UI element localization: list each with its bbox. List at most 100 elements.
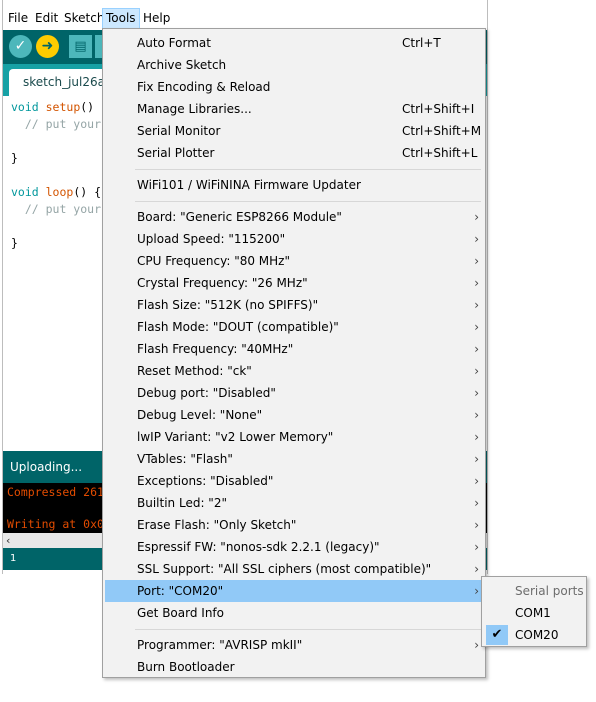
menu-item-debug-level-none[interactable]: Debug Level: "None" › bbox=[105, 404, 483, 426]
menu-item-label: WiFi101 / WiFiNINA Firmware Updater bbox=[137, 178, 361, 192]
tools-menu: Auto Format Ctrl+T Archive Sketch Fix Encod… bbox=[102, 28, 486, 678]
menu-item-label: Archive Sketch bbox=[137, 58, 227, 72]
chevron-right-icon: › bbox=[474, 254, 479, 268]
menu-item-lwip-variant-v2-lower-memory[interactable]: lwIP Variant: "v2 Lower Memory" › bbox=[105, 426, 483, 448]
menu-item-label: Board: "Generic ESP8266 Module" bbox=[137, 210, 342, 224]
chevron-right-icon: › bbox=[474, 496, 479, 510]
chevron-right-icon: › bbox=[474, 364, 479, 378]
menu-item-label: Exceptions: "Disabled" bbox=[137, 474, 274, 488]
chevron-right-icon: › bbox=[474, 232, 479, 246]
menu-item-upload-speed-115200[interactable]: Upload Speed: "115200" › bbox=[105, 228, 483, 250]
checkmark-icon: ✓ bbox=[14, 38, 27, 54]
menu-item-label: Programmer: "AVRISP mkII" bbox=[137, 638, 303, 652]
code-line: } bbox=[11, 236, 18, 250]
chevron-right-icon: › bbox=[474, 518, 479, 532]
menu-item-flash-mode-dout-compatible[interactable]: Flash Mode: "DOUT (compatible)" › bbox=[105, 316, 483, 338]
menu-item-serial-plotter[interactable]: Serial Plotter Ctrl+Shift+L bbox=[105, 142, 483, 164]
menu-file[interactable]: File bbox=[5, 9, 31, 28]
menu-item-port-com20[interactable]: Port: "COM20" › bbox=[105, 580, 483, 602]
menu-item-cpu-frequency-80-mhz[interactable]: CPU Frequency: "80 MHz" › bbox=[105, 250, 483, 272]
chevron-right-icon: › bbox=[474, 584, 479, 598]
menu-item-label: Debug port: "Disabled" bbox=[137, 386, 276, 400]
menu-edit[interactable]: Edit bbox=[32, 9, 61, 28]
port-item-com1[interactable]: COM1 bbox=[484, 602, 584, 624]
menu-item-label: Crystal Frequency: "26 MHz" bbox=[137, 276, 308, 290]
new-button[interactable]: ▤ bbox=[69, 35, 92, 58]
menu-tools[interactable]: Tools bbox=[102, 8, 140, 29]
menu-item-ssl-support-all-ssl-ciphers-most-compatible[interactable]: SSL Support: "All SSL ciphers (most comp… bbox=[105, 558, 483, 580]
code-line: // put your bbox=[11, 202, 101, 216]
chevron-right-icon: › bbox=[474, 474, 479, 488]
menu-item-flash-size-512k-no-spiffs[interactable]: Flash Size: "512K (no SPIFFS)" › bbox=[105, 294, 483, 316]
menu-item-label: Flash Size: "512K (no SPIFFS)" bbox=[137, 298, 319, 312]
menu-item-crystal-frequency-26-mhz[interactable]: Crystal Frequency: "26 MHz" › bbox=[105, 272, 483, 294]
verify-button[interactable]: ✓ bbox=[9, 35, 32, 58]
menu-item-board-generic-esp8266-module[interactable]: Board: "Generic ESP8266 Module" › bbox=[105, 206, 483, 228]
port-item-label: COM20 bbox=[515, 628, 559, 642]
menu-sketch[interactable]: Sketch bbox=[61, 9, 107, 28]
submenu-header-label: Serial ports bbox=[515, 584, 584, 598]
menu-item-exceptions-disabled[interactable]: Exceptions: "Disabled" › bbox=[105, 470, 483, 492]
arrow-right-icon: ➜ bbox=[41, 38, 54, 54]
scroll-left-icon[interactable]: ‹ bbox=[6, 533, 10, 548]
menu-item-label: Debug Level: "None" bbox=[137, 408, 263, 422]
code-line: } bbox=[11, 151, 18, 165]
port-item-com20[interactable]: ✔ COM20 bbox=[484, 624, 584, 646]
menu-item-label: SSL Support: "All SSL ciphers (most comp… bbox=[137, 562, 432, 576]
menu-item-label: lwIP Variant: "v2 Lower Memory" bbox=[137, 430, 334, 444]
menu-item-get-board-info[interactable]: Get Board Info bbox=[105, 602, 483, 624]
menu-item-label: Auto Format bbox=[137, 36, 211, 50]
code-comment: // put your bbox=[11, 117, 102, 131]
chevron-right-icon: › bbox=[474, 210, 479, 224]
menu-item-programmer-avrisp-mkii[interactable]: Programmer: "AVRISP mkII" › bbox=[105, 634, 483, 656]
menu-item-shortcut: Ctrl+Shift+M bbox=[402, 124, 482, 138]
upload-button[interactable]: ➜ bbox=[36, 35, 59, 58]
checkmark-icon: ✔ bbox=[486, 625, 508, 645]
menu-item-debug-port-disabled[interactable]: Debug port: "Disabled" › bbox=[105, 382, 483, 404]
code-keyword: void bbox=[11, 100, 46, 114]
chevron-right-icon: › bbox=[474, 386, 479, 400]
code-text: } bbox=[11, 236, 18, 250]
menu-item-fix-encoding-reload[interactable]: Fix Encoding & Reload bbox=[105, 76, 483, 98]
menu-item-label: Burn Bootloader bbox=[137, 660, 235, 674]
console-line: Compressed 261 bbox=[7, 485, 104, 499]
code-keyword: void bbox=[11, 185, 46, 199]
menu-item-reset-method-ck[interactable]: Reset Method: "ck" › bbox=[105, 360, 483, 382]
code-text: } bbox=[11, 151, 18, 165]
console-line: Writing at 0x0 bbox=[7, 517, 104, 531]
code-line: // put your bbox=[11, 117, 101, 131]
menu-item-wifi101-wifinina-firmware-updater[interactable]: WiFi101 / WiFiNINA Firmware Updater bbox=[105, 174, 483, 196]
port-submenu: Serial ports COM1 ✔ COM20 bbox=[481, 576, 587, 647]
menu-item-serial-monitor[interactable]: Serial Monitor Ctrl+Shift+M bbox=[105, 120, 483, 142]
code-line: void setup() { bbox=[11, 100, 108, 114]
chevron-right-icon: › bbox=[474, 540, 479, 554]
new-file-icon: ▤ bbox=[74, 39, 87, 54]
menu-item-label: Builtin Led: "2" bbox=[137, 496, 227, 510]
menu-item-erase-flash-only-sketch[interactable]: Erase Flash: "Only Sketch" › bbox=[105, 514, 483, 536]
menu-item-label: Get Board Info bbox=[137, 606, 224, 620]
code-function: loop bbox=[45, 185, 74, 199]
menu-item-builtin-led-2[interactable]: Builtin Led: "2" › bbox=[105, 492, 483, 514]
menu-item-label: VTables: "Flash" bbox=[137, 452, 233, 466]
menu-item-label: CPU Frequency: "80 MHz" bbox=[137, 254, 290, 268]
menu-separator bbox=[135, 201, 481, 202]
chevron-right-icon: › bbox=[474, 320, 479, 334]
code-text: () { bbox=[73, 185, 102, 199]
menu-item-auto-format[interactable]: Auto Format Ctrl+T bbox=[105, 32, 483, 54]
menu-item-burn-bootloader[interactable]: Burn Bootloader bbox=[105, 656, 483, 678]
menu-separator bbox=[135, 169, 481, 170]
code-function: setup bbox=[45, 100, 81, 114]
menu-item-espressif-fw-nonos-sdk-2-2-1-legacy[interactable]: Espressif FW: "nonos-sdk 2.2.1 (legacy)"… bbox=[105, 536, 483, 558]
chevron-right-icon: › bbox=[474, 452, 479, 466]
chevron-right-icon: › bbox=[474, 342, 479, 356]
menu-item-archive-sketch[interactable]: Archive Sketch bbox=[105, 54, 483, 76]
menu-help[interactable]: Help bbox=[140, 9, 173, 28]
menu-item-label: Serial Plotter bbox=[137, 146, 215, 160]
menu-separator bbox=[135, 629, 481, 630]
menu-item-shortcut: Ctrl+Shift+L bbox=[402, 146, 478, 160]
menu-item-flash-frequency-40mhz[interactable]: Flash Frequency: "40MHz" › bbox=[105, 338, 483, 360]
menu-item-manage-libraries[interactable]: Manage Libraries... Ctrl+Shift+I bbox=[105, 98, 483, 120]
menu-item-shortcut: Ctrl+Shift+I bbox=[402, 102, 475, 116]
menu-item-vtables-flash[interactable]: VTables: "Flash" › bbox=[105, 448, 483, 470]
chevron-right-icon: › bbox=[474, 408, 479, 422]
